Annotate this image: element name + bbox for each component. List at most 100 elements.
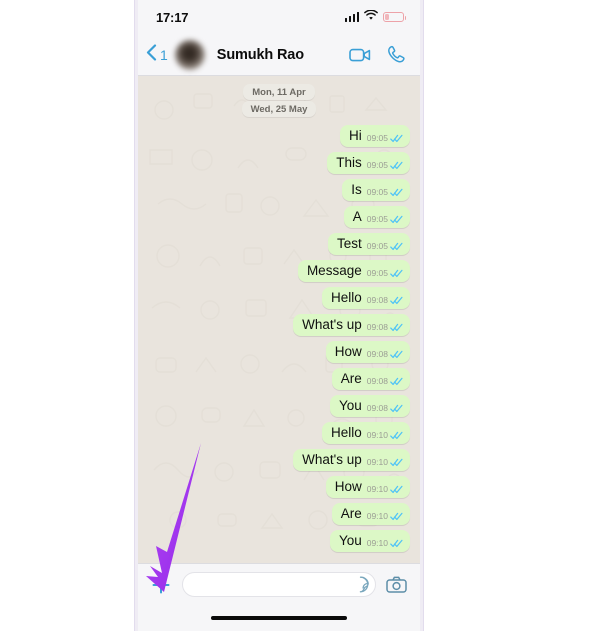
message-bubble[interactable]: Is 09:05 bbox=[342, 179, 410, 201]
message-timestamp: 09:05 bbox=[366, 241, 388, 251]
home-indicator[interactable] bbox=[211, 615, 347, 621]
read-receipt-double-check-icon bbox=[390, 242, 403, 251]
message-timestamp: 09:10 bbox=[366, 538, 388, 548]
read-receipt-double-check-icon bbox=[390, 134, 403, 143]
message-meta: 09:05 bbox=[367, 160, 403, 171]
message-timestamp: 09:08 bbox=[366, 322, 388, 332]
header-actions bbox=[349, 45, 406, 64]
message-meta: 09:05 bbox=[367, 187, 403, 198]
date-divider-group: Mon, 11 Apr Wed, 25 May bbox=[146, 84, 412, 117]
message-text: Hello bbox=[330, 425, 362, 440]
message-timestamp: 09:05 bbox=[366, 160, 388, 170]
message-text: How bbox=[334, 479, 362, 494]
message-text: What's up bbox=[302, 317, 362, 332]
message-meta: 09:10 bbox=[367, 457, 403, 468]
status-bar: 17:17 bbox=[138, 0, 420, 34]
message-text: Hi bbox=[348, 128, 362, 143]
avatar[interactable] bbox=[174, 39, 205, 70]
message-timestamp: 09:05 bbox=[366, 268, 388, 278]
read-receipt-double-check-icon bbox=[390, 323, 403, 332]
message-bubble[interactable]: You 09:10 bbox=[329, 530, 410, 552]
message-meta: 09:10 bbox=[367, 511, 403, 522]
message-timestamp: 09:08 bbox=[366, 295, 388, 305]
message-timestamp: 09:10 bbox=[366, 511, 388, 521]
message-bubble[interactable]: Hi 09:05 bbox=[339, 125, 410, 147]
read-receipt-double-check-icon bbox=[390, 215, 403, 224]
message-text: Are bbox=[340, 506, 362, 521]
message-timestamp: 09:10 bbox=[366, 484, 388, 494]
message-text: This bbox=[336, 155, 362, 170]
message-text: Are bbox=[340, 371, 362, 386]
message-meta: 09:10 bbox=[367, 484, 403, 495]
message-meta: 09:08 bbox=[367, 376, 403, 387]
battery-low-icon bbox=[383, 11, 406, 23]
message-text: How bbox=[334, 344, 362, 359]
message-text: Is bbox=[351, 182, 362, 197]
message-meta: 09:05 bbox=[367, 214, 403, 225]
message-timestamp: 09:05 bbox=[366, 187, 388, 197]
message-timestamp: 09:08 bbox=[366, 403, 388, 413]
status-bar-icons bbox=[344, 8, 406, 26]
message-text: You bbox=[338, 533, 362, 548]
back-chevron-icon bbox=[146, 43, 157, 66]
date-chip: Wed, 25 May bbox=[241, 101, 317, 117]
wifi-icon bbox=[364, 8, 378, 26]
message-meta: 09:08 bbox=[367, 295, 403, 306]
contact-name[interactable]: Sumukh Rao bbox=[217, 47, 349, 63]
message-bubble[interactable]: Message 09:05 bbox=[297, 260, 410, 282]
message-bubble[interactable]: A 09:05 bbox=[343, 206, 410, 228]
message-text: Message bbox=[306, 263, 362, 278]
message-text-field[interactable] bbox=[182, 572, 376, 597]
camera-icon[interactable] bbox=[386, 576, 407, 593]
message-bubble[interactable]: Test 09:05 bbox=[327, 233, 410, 255]
message-bubble[interactable]: This 09:05 bbox=[327, 152, 410, 174]
message-meta: 09:08 bbox=[367, 349, 403, 360]
message-meta: 09:10 bbox=[367, 538, 403, 549]
back-button[interactable]: 1 bbox=[146, 43, 168, 66]
message-timestamp: 09:08 bbox=[366, 376, 388, 386]
message-timestamp: 09:10 bbox=[366, 457, 388, 467]
read-receipt-double-check-icon bbox=[390, 404, 403, 413]
read-receipt-double-check-icon bbox=[390, 458, 403, 467]
message-meta: 09:05 bbox=[367, 268, 403, 279]
video-camera-icon[interactable] bbox=[349, 47, 371, 63]
message-bubble[interactable]: What's up 09:10 bbox=[293, 449, 410, 471]
message-meta: 09:08 bbox=[367, 403, 403, 414]
message-timestamp: 09:05 bbox=[366, 214, 388, 224]
message-bubble[interactable]: How 09:08 bbox=[325, 341, 410, 363]
message-bubble[interactable]: How 09:10 bbox=[325, 476, 410, 498]
read-receipt-double-check-icon bbox=[390, 269, 403, 278]
read-receipt-double-check-icon bbox=[390, 188, 403, 197]
home-indicator-area bbox=[138, 605, 420, 631]
plus-attachment-icon[interactable] bbox=[150, 574, 172, 596]
message-bubble[interactable]: You 09:08 bbox=[329, 395, 410, 417]
message-text: Hello bbox=[330, 290, 362, 305]
message-meta: 09:05 bbox=[367, 241, 403, 252]
read-receipt-double-check-icon bbox=[390, 350, 403, 359]
message-meta: 09:10 bbox=[367, 430, 403, 441]
date-chip: Mon, 11 Apr bbox=[243, 84, 315, 100]
sticker-icon[interactable] bbox=[352, 576, 369, 593]
message-bubble[interactable]: Are 09:10 bbox=[331, 503, 410, 525]
message-input[interactable] bbox=[193, 576, 352, 593]
message-timestamp: 09:10 bbox=[366, 430, 388, 440]
message-bubble-list: Hi 09:05 This 09:05 Is 09:05 A 09:05 Test 09:05 Me… bbox=[146, 125, 412, 552]
message-bubble[interactable]: What's up 09:08 bbox=[293, 314, 410, 336]
message-bubble[interactable]: Hello 09:10 bbox=[321, 422, 410, 444]
message-text: A bbox=[352, 209, 362, 224]
message-meta: 09:08 bbox=[367, 322, 403, 333]
message-bubble[interactable]: Hello 09:08 bbox=[321, 287, 410, 309]
phone-screen: 17:17 1 Sumukh Rao Mon, 11 Apr Wed, 25 M… bbox=[138, 0, 420, 631]
status-bar-time: 17:17 bbox=[156, 9, 189, 25]
input-bar-icons bbox=[386, 575, 420, 594]
read-receipt-double-check-icon bbox=[390, 377, 403, 386]
read-receipt-double-check-icon bbox=[390, 296, 403, 305]
message-bubble[interactable]: Are 09:08 bbox=[331, 368, 410, 390]
chat-message-list[interactable]: Mon, 11 Apr Wed, 25 May Hi 09:05 This 09:05… bbox=[138, 76, 420, 563]
read-receipt-double-check-icon bbox=[390, 485, 403, 494]
screenshot-root: 17:17 1 Sumukh Rao Mon, 11 Apr Wed, 25 M… bbox=[0, 0, 600, 631]
phone-handset-icon[interactable] bbox=[387, 45, 406, 64]
read-receipt-double-check-icon bbox=[390, 512, 403, 521]
read-receipt-double-check-icon bbox=[390, 431, 403, 440]
message-meta: 09:05 bbox=[367, 133, 403, 144]
